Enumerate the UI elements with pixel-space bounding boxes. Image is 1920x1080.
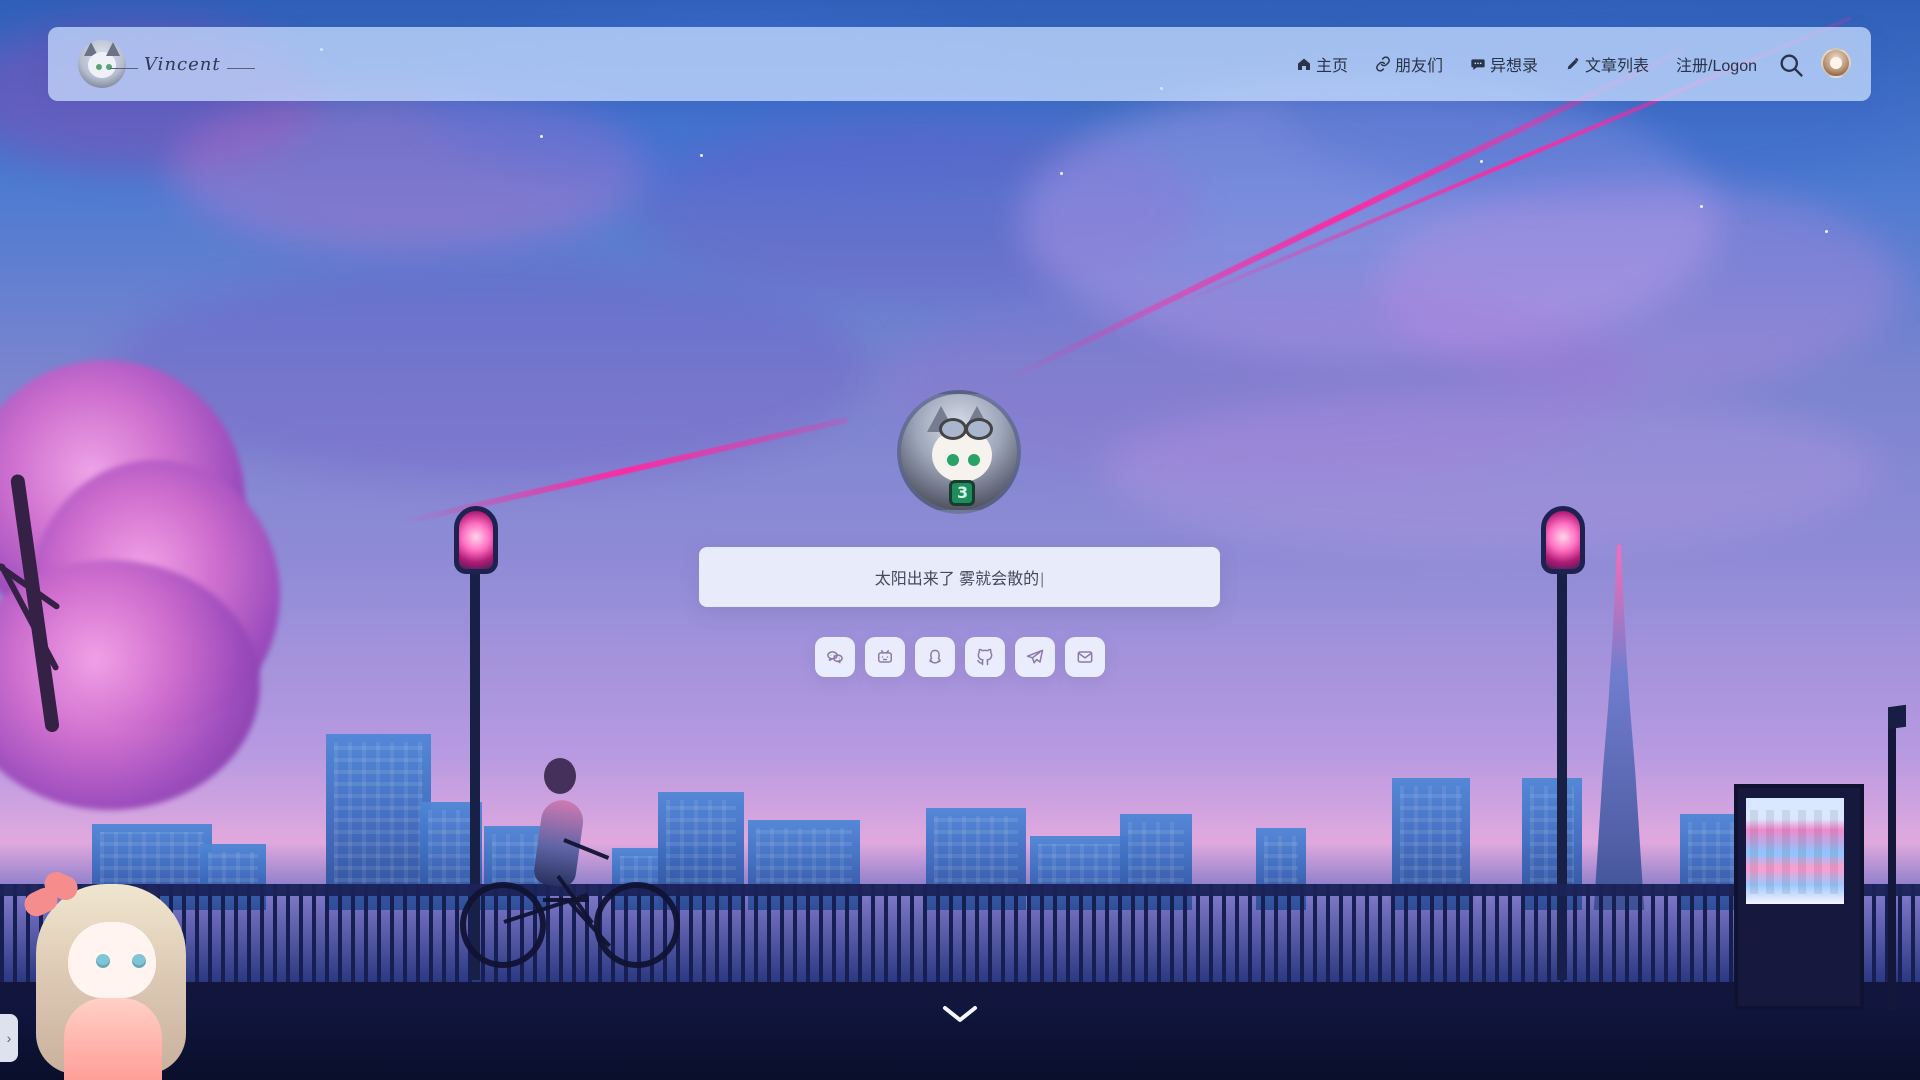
star	[700, 154, 703, 157]
qq-icon	[929, 649, 941, 664]
profile-avatar	[897, 390, 1021, 514]
nav-item-home[interactable]: 主页	[1296, 52, 1348, 76]
nav-item-thoughts[interactable]: 异想录	[1470, 52, 1538, 76]
mail-icon	[1077, 651, 1093, 663]
brand[interactable]: Vincent	[78, 40, 255, 88]
social-links	[815, 637, 1105, 677]
pencil-icon	[1565, 56, 1581, 72]
wechat-icon	[827, 651, 843, 664]
qq-button[interactable]	[915, 637, 955, 677]
brand-signature[interactable]: Vincent	[110, 54, 255, 75]
live2d-mascot	[20, 860, 204, 1080]
street-sign	[1888, 704, 1906, 730]
brand-logo-eye-left	[96, 64, 102, 70]
nav-item-articles[interactable]: 文章列表	[1565, 52, 1649, 76]
telegram-icon	[1026, 649, 1044, 664]
bilibili-button[interactable]	[865, 637, 905, 677]
quote-text: 太阳出来了 雾就会散的	[875, 565, 1045, 589]
avatar-eye-left	[947, 454, 959, 466]
mascot-dress	[64, 998, 162, 1080]
top-navbar: Vincent 主页 朋友们 异想录 文章列表 注册/Logon	[48, 27, 1871, 101]
side-panel-toggle[interactable]: ›	[0, 1014, 18, 1062]
chevron-down-icon	[943, 1006, 977, 1022]
nav-logon-label: 注册/Logon	[1676, 58, 1757, 75]
background-scene	[0, 0, 1920, 1080]
github-icon	[977, 648, 993, 666]
telegram-button[interactable]	[1015, 637, 1055, 677]
vending-display	[1746, 798, 1844, 904]
bridge-railing	[0, 884, 1920, 1002]
nav-friends-label: 朋友们	[1395, 58, 1444, 75]
nav-item-friends[interactable]: 朋友们	[1375, 52, 1443, 76]
search-button[interactable]	[1777, 51, 1805, 79]
bike-wheel-right	[594, 882, 680, 968]
star	[1825, 230, 1828, 233]
avatar-goggle-right	[965, 418, 993, 440]
cyclist-head	[544, 758, 576, 794]
right-lamp-head	[1541, 506, 1585, 574]
mascot-eye-left	[96, 954, 110, 968]
avatar-eye-right	[968, 454, 980, 466]
nav-home-label: 主页	[1315, 58, 1348, 75]
home-icon	[1296, 56, 1312, 72]
bike-wheel-left	[460, 882, 546, 968]
github-button[interactable]	[965, 637, 1005, 677]
link-icon	[1375, 56, 1391, 72]
sign-pole	[1888, 710, 1896, 1010]
nav-links: 主页 朋友们 异想录 文章列表 注册/Logon	[1296, 27, 1757, 101]
cyclist-silhouette	[460, 738, 680, 968]
vending-machine	[1734, 784, 1864, 1010]
avatar-mug	[949, 480, 975, 506]
brand-logo-icon[interactable]	[78, 40, 126, 88]
mascot-eye-right	[132, 954, 146, 968]
email-button[interactable]	[1065, 637, 1105, 677]
tokyo-tower	[1593, 545, 1645, 910]
star	[1700, 205, 1703, 208]
star	[1480, 160, 1483, 163]
star	[540, 135, 543, 138]
wechat-button[interactable]	[815, 637, 855, 677]
user-avatar[interactable]	[1821, 48, 1851, 78]
search-icon	[1780, 54, 1803, 77]
nav-articles-label: 文章列表	[1585, 58, 1650, 75]
bilibili-icon	[878, 650, 892, 663]
scroll-down-arrow[interactable]	[942, 1004, 978, 1024]
nav-item-logon[interactable]: 注册/Logon	[1676, 52, 1757, 76]
chat-bubble-icon	[1470, 56, 1486, 72]
quote-box: 太阳出来了 雾就会散的	[699, 547, 1220, 607]
chevron-right-icon: ›	[6, 1030, 12, 1046]
cloud-shape	[1100, 390, 1880, 550]
left-lamp-head	[454, 506, 498, 574]
star	[1060, 172, 1063, 175]
avatar-goggle-left	[939, 418, 967, 440]
bike-frame	[543, 898, 589, 902]
nav-thoughts-label: 异想录	[1490, 58, 1539, 75]
